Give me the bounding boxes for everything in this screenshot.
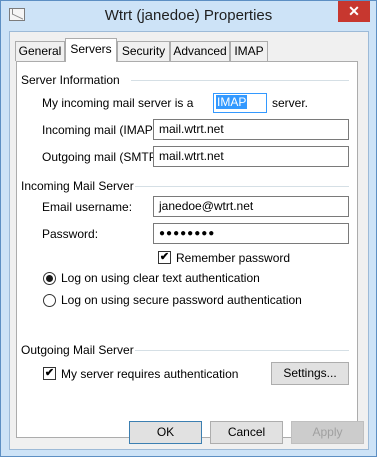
clear-text-auth-label: Log on using clear text authentication [61,271,260,285]
secure-password-auth-radio[interactable] [43,294,56,307]
remember-password-label: Remember password [176,251,291,265]
cancel-button[interactable]: Cancel [210,421,283,444]
close-button[interactable]: ✕ [338,1,370,22]
clear-text-auth-radio[interactable] [43,272,56,285]
outgoing-mail-field[interactable]: mail.wtrt.net [153,146,349,167]
servers-tab-panel: Server Information My incoming mail serv… [16,61,358,438]
incoming-type-suffix: server. [272,96,309,110]
tab-security[interactable]: Security [117,41,170,61]
tab-general[interactable]: General [15,41,65,61]
server-information-heading: Server Information [21,73,120,87]
email-username-field[interactable]: janedoe@wtrt.net [153,196,349,217]
incoming-type-prefix: My incoming mail server is a [42,96,194,110]
section-divider [135,350,349,351]
remember-password-checkbox[interactable]: ✔ [158,251,171,264]
incoming-mail-label: Incoming mail (IMAP): [42,123,161,137]
dialog-client: General Servers Security Advanced IMAP S… [9,31,369,450]
outgoing-mail-server-heading: Outgoing Mail Server [21,343,134,357]
requires-auth-checkbox[interactable]: ✔ [43,367,56,380]
secure-password-auth-label: Log on using secure password authenticat… [61,293,302,307]
requires-auth-label: My server requires authentication [61,367,239,381]
title-bar[interactable]: Wtrt (janedoe) Properties ✕ [1,1,376,31]
email-username-label: Email username: [42,200,133,214]
settings-button[interactable]: Settings... [271,362,349,385]
section-divider [135,186,349,187]
incoming-server-type-value: IMAP [216,95,248,109]
window-title: Wtrt (janedoe) Properties [104,7,273,24]
tab-advanced[interactable]: Advanced [170,41,230,61]
incoming-server-type-field[interactable]: IMAP [213,93,267,113]
incoming-mail-field[interactable]: mail.wtrt.net [153,119,349,140]
password-label: Password: [42,227,99,241]
apply-button[interactable]: Apply [291,421,364,444]
password-field[interactable]: ●●●●●●●● [153,223,349,244]
tab-servers[interactable]: Servers [65,38,117,62]
outgoing-mail-label: Outgoing mail (SMTP): [42,150,165,164]
ok-button[interactable]: OK [129,421,202,444]
tab-imap[interactable]: IMAP [230,41,268,61]
incoming-mail-server-heading: Incoming Mail Server [21,179,134,193]
properties-dialog: Wtrt (janedoe) Properties ✕ General Serv… [0,0,377,457]
section-divider [131,80,349,81]
